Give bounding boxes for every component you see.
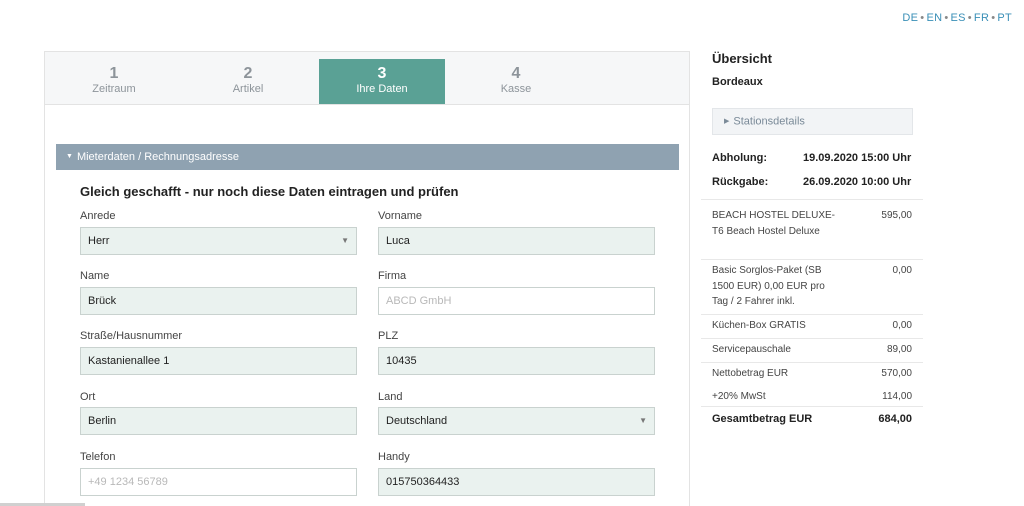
step-ihre-daten[interactable]: 3 Ihre Daten <box>319 59 445 104</box>
line-item-name: Servicepauschale <box>712 344 791 355</box>
line-item: Basic Sorglos-Paket (SB 1500 EUR) 0,00 E… <box>712 263 912 310</box>
line-item-amount: 570,00 <box>881 368 912 379</box>
divider <box>701 199 923 200</box>
step-label: Kasse <box>500 83 532 95</box>
anrede-value: Herr <box>88 235 110 247</box>
divider <box>701 259 923 260</box>
booking-panel: 1 Zeitraum 2 Artikel 3 Ihre Daten 4 Kass… <box>44 51 690 506</box>
anrede-label: Anrede <box>80 210 116 222</box>
step-indicator: 1 Zeitraum 2 Artikel 3 Ihre Daten 4 Kass… <box>45 52 689 105</box>
line-item: Küchen-Box GRATIS 0,00 <box>712 318 912 334</box>
stationsdetails-toggle[interactable]: ▶ Stationsdetails <box>712 108 913 135</box>
line-item-name: Nettobetrag EUR <box>712 368 789 379</box>
ort-input[interactable]: Berlin <box>80 407 357 435</box>
pickup-label: Abholung: <box>712 152 767 164</box>
vat-row: +20% MwSt 114,00 <box>712 389 912 405</box>
vorname-input[interactable]: Luca <box>378 227 655 255</box>
divider <box>701 338 923 339</box>
line-item: BEACH HOSTEL DELUXE-T6 Beach Hostel Delu… <box>712 208 912 239</box>
vorname-label: Vorname <box>378 210 423 222</box>
anrede-select[interactable]: Herr ▼ <box>80 227 357 255</box>
step-number: 1 <box>109 65 119 82</box>
station-city: Bordeaux <box>712 76 763 88</box>
net-amount-row: Nettobetrag EUR 570,00 <box>712 366 912 382</box>
land-label: Land <box>378 391 403 403</box>
total-row: Gesamtbetrag EUR 684,00 <box>712 412 912 428</box>
step-label: Zeitraum <box>92 83 136 95</box>
total-label: Gesamtbetrag EUR <box>712 413 813 425</box>
divider <box>701 314 923 315</box>
pickup-value: 19.09.2020 15:00 Uhr <box>803 152 912 164</box>
line-item-name: Küchen-Box GRATIS <box>712 320 806 331</box>
stationsdetails-label: Stationsdetails <box>733 115 805 128</box>
summary-title: Übersicht <box>712 51 772 66</box>
strasse-input[interactable]: Kastanienallee 1 <box>80 347 357 375</box>
return-value: 26.09.2020 10:00 Uhr <box>803 176 912 188</box>
caret-down-icon: ▼ <box>66 153 73 161</box>
pickup-row: Abholung: 19.09.2020 15:00 Uhr <box>712 152 911 164</box>
step-label: Ihre Daten <box>356 83 408 95</box>
telefon-input[interactable]: +49 1234 56789 <box>80 468 357 496</box>
step-kasse[interactable]: 4 Kasse <box>453 59 579 104</box>
step-zeitraum[interactable]: 1 Zeitraum <box>51 59 177 104</box>
firma-label: Firma <box>378 270 407 282</box>
section-toggle-mieterdaten[interactable]: ▼ Mieterdaten / Rechnungsadresse <box>56 144 679 170</box>
line-item-amount: 114,00 <box>882 391 912 402</box>
divider <box>701 406 923 407</box>
step-artikel[interactable]: 2 Artikel <box>185 59 311 104</box>
caret-right-icon: ▶ <box>724 118 730 125</box>
step-number: 2 <box>243 65 253 82</box>
step-label: Artikel <box>232 83 264 95</box>
divider <box>701 362 923 363</box>
line-item-amount: 0,00 <box>892 265 912 276</box>
lang-es[interactable]: ES <box>950 12 965 24</box>
order-summary: Übersicht Bordeaux ▶ Stationsdetails Abho… <box>701 51 923 506</box>
plz-label: PLZ <box>378 330 399 342</box>
step-number: 3 <box>377 65 387 82</box>
handy-input[interactable]: 015750364433 <box>378 468 655 496</box>
lang-pt[interactable]: PT <box>997 12 1012 24</box>
language-switcher: DE • EN • ES • FR • PT <box>902 12 1012 24</box>
line-item-name: BEACH HOSTEL DELUXE-T6 Beach Hostel Delu… <box>712 210 835 237</box>
plz-input[interactable]: 10435 <box>378 347 655 375</box>
lang-en[interactable]: EN <box>926 12 942 24</box>
land-value: Deutschland <box>386 415 448 427</box>
line-item-amount: 89,00 <box>886 344 912 355</box>
line-item-name: +20% MwSt <box>712 391 766 402</box>
land-select[interactable]: Deutschland ▼ <box>378 407 655 435</box>
name-input[interactable]: Brück <box>80 287 357 315</box>
form-title: Gleich geschafft - nur noch diese Daten … <box>80 184 459 199</box>
firma-input[interactable]: ABCD GmbH <box>378 287 655 315</box>
lang-de[interactable]: DE <box>902 12 918 24</box>
ort-label: Ort <box>80 391 96 403</box>
return-row: Rückgabe: 26.09.2020 10:00 Uhr <box>712 176 911 188</box>
strasse-label: Straße/Hausnummer <box>80 330 183 342</box>
line-item-amount: 595,00 <box>881 210 912 221</box>
step-number: 4 <box>511 65 521 82</box>
chevron-down-icon: ▼ <box>639 416 647 425</box>
telefon-label: Telefon <box>80 451 116 463</box>
section-title: Mieterdaten / Rechnungsadresse <box>76 151 239 163</box>
line-item: Servicepauschale 89,00 <box>712 342 912 358</box>
name-label: Name <box>80 270 110 282</box>
line-item-name: Basic Sorglos-Paket (SB 1500 EUR) 0,00 E… <box>712 265 825 307</box>
return-label: Rückgabe: <box>712 176 769 188</box>
chevron-down-icon: ▼ <box>341 236 349 245</box>
handy-label: Handy <box>378 451 410 463</box>
line-item-amount: 0,00 <box>892 320 912 331</box>
lang-fr[interactable]: FR <box>974 12 989 24</box>
total-amount: 684,00 <box>878 413 912 425</box>
